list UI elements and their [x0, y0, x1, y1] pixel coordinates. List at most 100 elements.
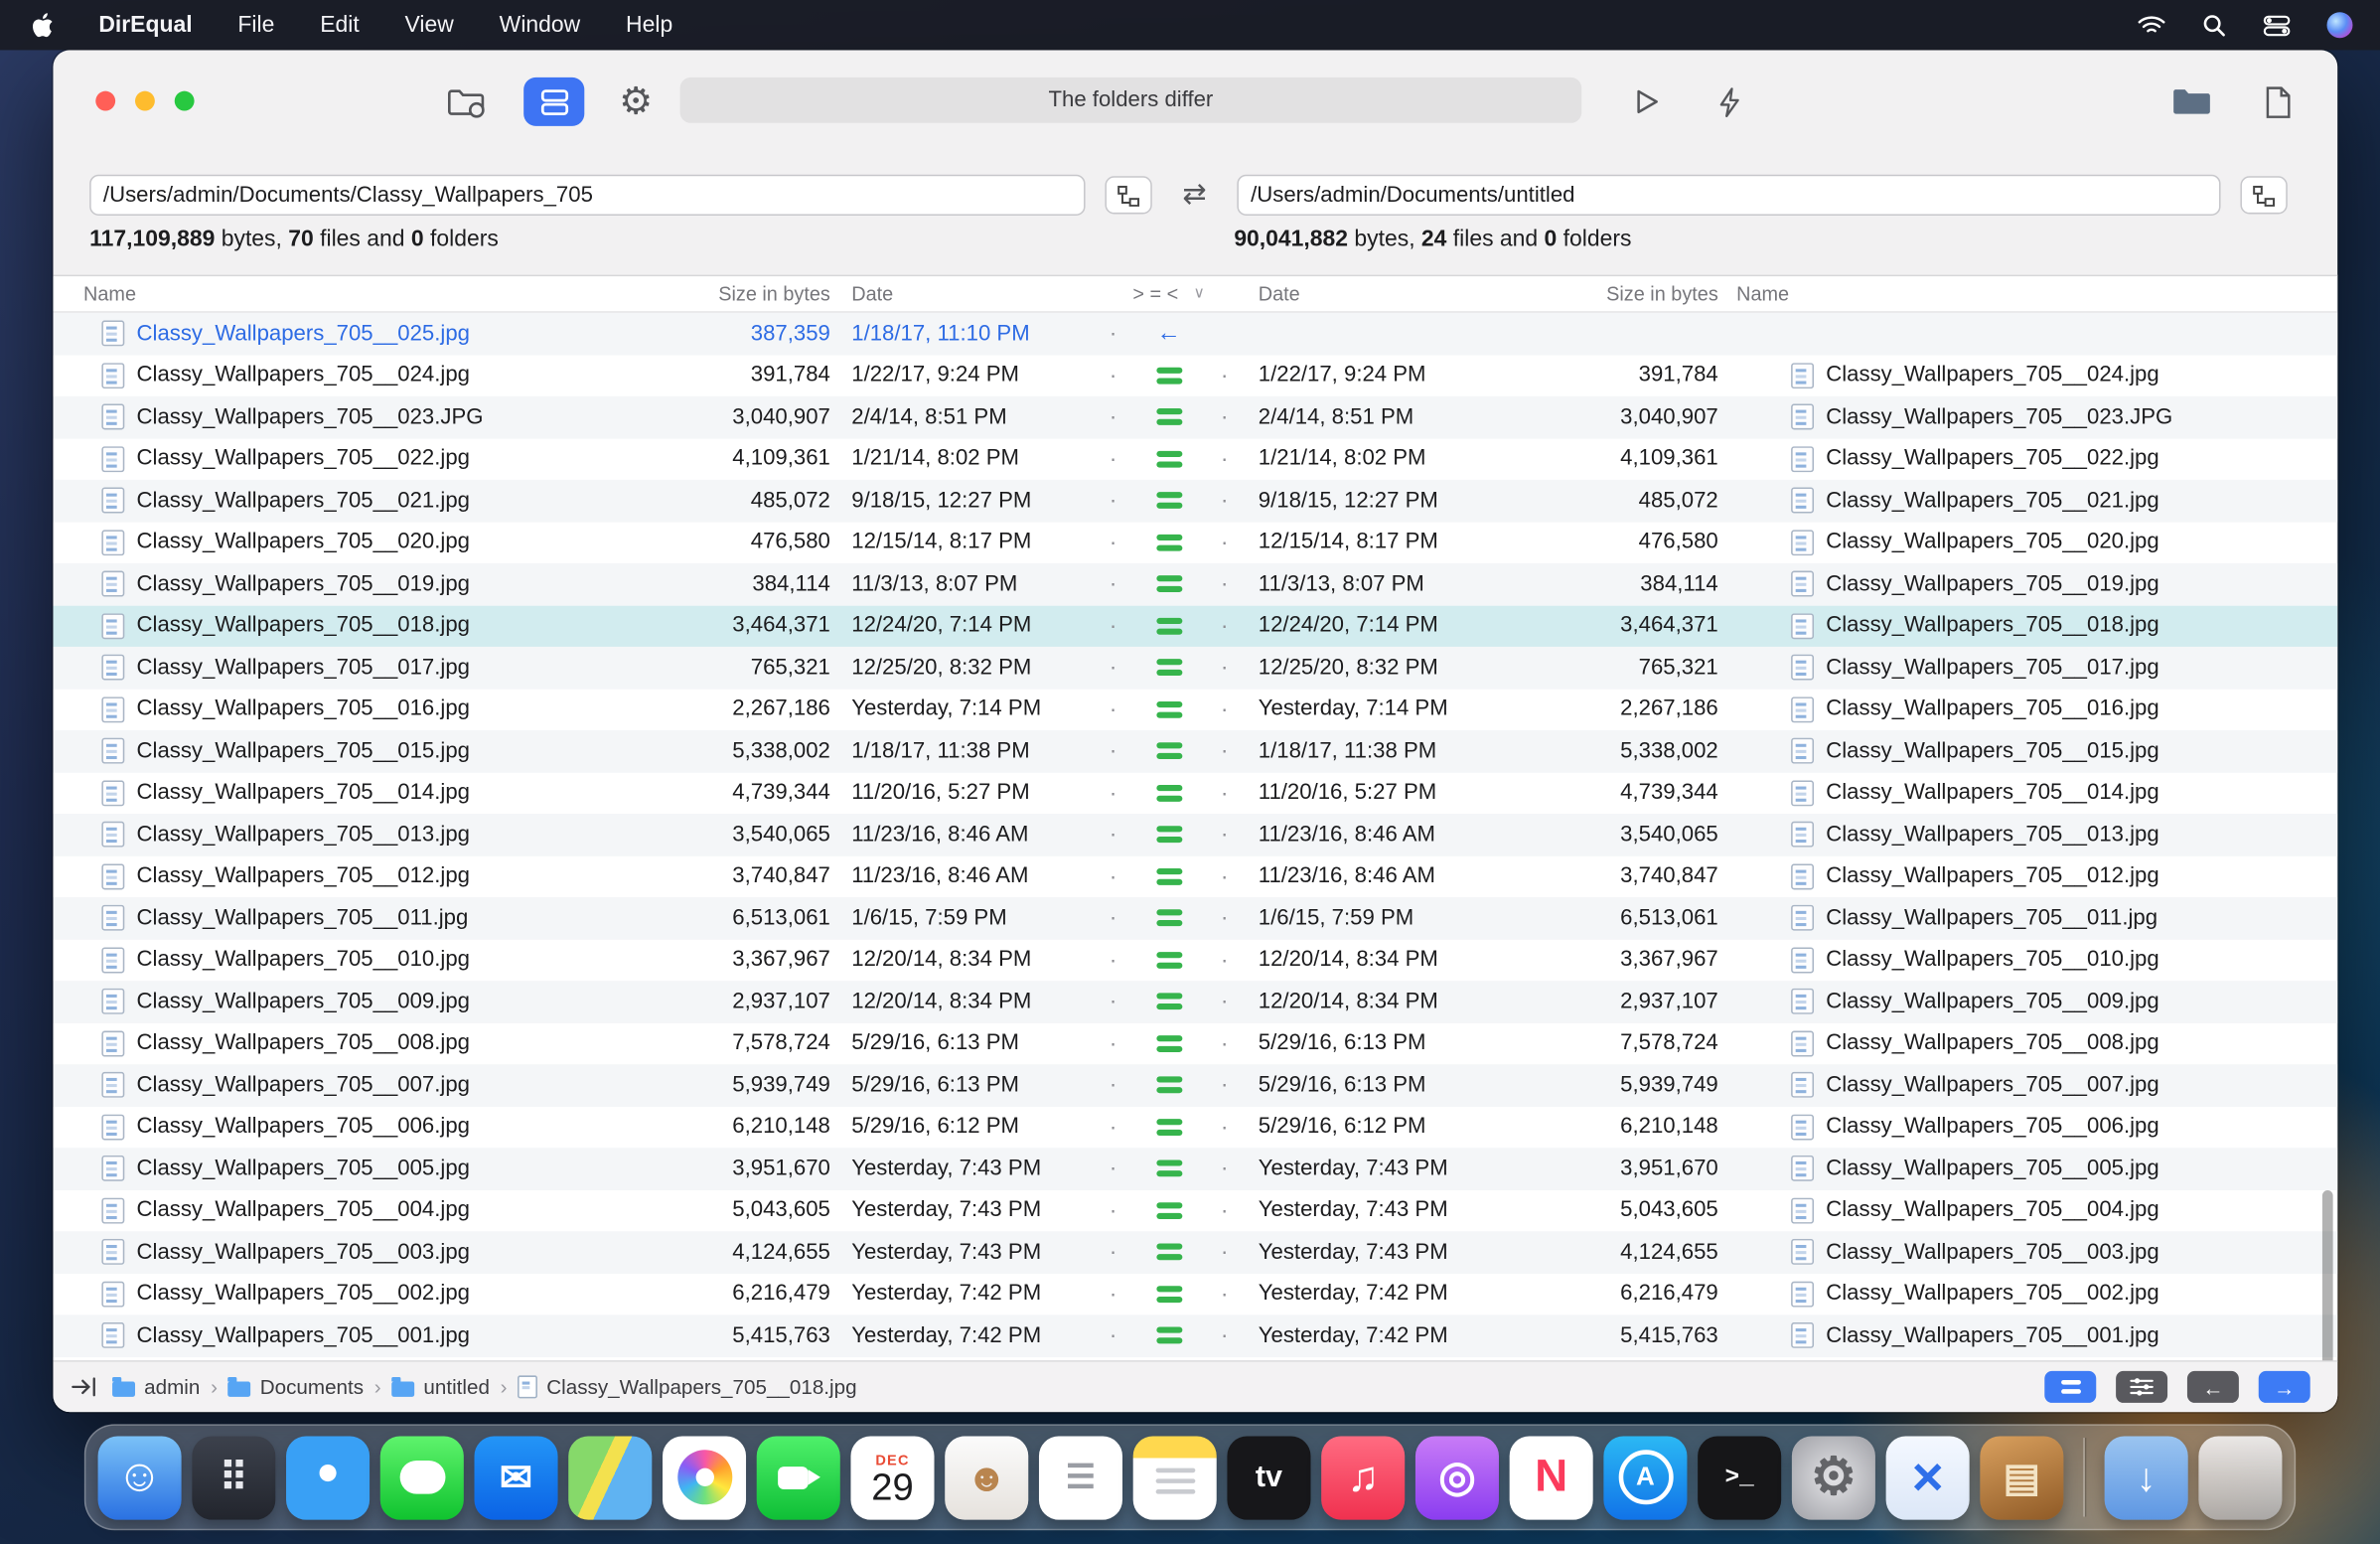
header-name-right[interactable]: Name — [1730, 282, 2307, 305]
table-row[interactable]: Classy_Wallpapers_705__022.jpg 4,109,361 1… — [53, 438, 2337, 480]
reminders-icon[interactable]: ☰ — [1038, 1435, 1123, 1519]
compare-button[interactable] — [523, 77, 585, 126]
books-icon[interactable]: ▤ — [1980, 1435, 2064, 1519]
table-row[interactable]: Classy_Wallpapers_705__025.jpg 387,359 1/1… — [53, 312, 2338, 355]
settings-button[interactable]: ⚙ — [606, 77, 667, 126]
table-row[interactable]: Classy_Wallpapers_705__012.jpg 3,740,847 1… — [53, 855, 2337, 897]
breadcrumb-item[interactable]: Classy_Wallpapers_705__018.jpg — [518, 1375, 857, 1399]
right-path-input[interactable] — [1237, 174, 2221, 216]
menu-item-window[interactable]: Window — [500, 12, 581, 38]
table-row[interactable]: Classy_Wallpapers_705__024.jpg 391,784 1/2… — [53, 355, 2337, 396]
header-name-left[interactable]: Name — [83, 282, 630, 305]
menu-item-view[interactable]: View — [405, 12, 454, 38]
file-name-right: Classy_Wallpapers_705__022.jpg — [1730, 445, 2307, 472]
run-comparison-button[interactable] — [1616, 77, 1677, 126]
music-icon[interactable]: ♫ — [1321, 1435, 1406, 1519]
table-row[interactable]: Classy_Wallpapers_705__020.jpg 476,580 12/… — [53, 522, 2337, 563]
vertical-scrollbar[interactable] — [2321, 1189, 2333, 1362]
swap-paths-icon[interactable]: ⇄ — [1152, 178, 1238, 213]
finder-icon[interactable]: ☺ — [97, 1435, 182, 1519]
left-path-input[interactable] — [89, 174, 1086, 216]
right-choose-folder-button[interactable] — [2240, 176, 2288, 215]
table-row[interactable]: Classy_Wallpapers_705__002.jpg 6,216,479 Y… — [53, 1273, 2337, 1314]
chevron-down-icon[interactable]: ∨ — [1194, 285, 1205, 302]
table-row[interactable]: Classy_Wallpapers_705__019.jpg 384,114 11/… — [53, 562, 2338, 605]
table-row[interactable]: Classy_Wallpapers_705__016.jpg 2,267,186 Y… — [53, 689, 2337, 730]
breadcrumb-item[interactable]: Documents — [227, 1375, 364, 1398]
safari-icon[interactable] — [286, 1435, 371, 1519]
table-row[interactable]: Classy_Wallpapers_705__021.jpg 485,072 9/1… — [53, 479, 2338, 522]
diff-count-left: · — [1109, 1281, 1117, 1308]
table-row[interactable]: Classy_Wallpapers_705__013.jpg 3,540,065 1… — [53, 814, 2338, 856]
file-name-left: Classy_Wallpapers_705__005.jpg — [83, 1156, 630, 1182]
downloads-icon[interactable]: ↓ — [2104, 1435, 2188, 1519]
header-date-right[interactable]: Date — [1253, 282, 1511, 305]
photos-icon[interactable] — [662, 1435, 747, 1519]
header-date-left[interactable]: Date — [842, 282, 1085, 305]
facetime-icon[interactable] — [756, 1435, 840, 1519]
goto-icon[interactable] — [72, 1377, 97, 1397]
file-name-right: Classy_Wallpapers_705__004.jpg — [1730, 1197, 2307, 1224]
quick-sync-button[interactable] — [1699, 77, 1759, 126]
table-row[interactable]: Classy_Wallpapers_705__001.jpg 5,415,763 Y… — [53, 1314, 2338, 1357]
table-row[interactable]: Classy_Wallpapers_705__007.jpg 5,939,749 5… — [53, 1064, 2338, 1107]
report-button[interactable] — [2248, 77, 2308, 126]
tv-icon[interactable]: tv — [1227, 1435, 1311, 1519]
app-store-icon[interactable]: A — [1603, 1435, 1688, 1519]
notes-icon[interactable] — [1132, 1435, 1217, 1519]
table-row[interactable]: Classy_Wallpapers_705__003.jpg 4,124,655 Y… — [53, 1231, 2338, 1274]
table-row[interactable]: Classy_Wallpapers_705__018.jpg 3,464,371 1… — [53, 604, 2338, 647]
header-size-right[interactable]: Size in bytes — [1510, 282, 1730, 305]
table-row[interactable]: Classy_Wallpapers_705__005.jpg 3,951,670 Y… — [53, 1148, 2338, 1190]
terminal-icon[interactable]: >_ — [1698, 1435, 1782, 1519]
minimize-button[interactable] — [134, 90, 155, 111]
menu-item-file[interactable]: File — [237, 12, 274, 38]
table-row[interactable]: Classy_Wallpapers_705__006.jpg 6,210,148 5… — [53, 1106, 2337, 1148]
diff-count-right: · — [1220, 989, 1229, 1015]
table-row[interactable]: Classy_Wallpapers_705__004.jpg 5,043,605 Y… — [53, 1189, 2337, 1231]
close-button[interactable] — [95, 90, 116, 111]
control-center-icon[interactable] — [2263, 14, 2291, 36]
table-row[interactable]: Classy_Wallpapers_705__017.jpg 765,321 12/… — [53, 646, 2338, 689]
calendar-icon[interactable]: DEC 29 — [850, 1435, 935, 1519]
next-difference-button[interactable]: → — [2258, 1370, 2310, 1403]
table-row[interactable]: Classy_Wallpapers_705__010.jpg 3,367,967 1… — [53, 939, 2337, 981]
contacts-icon[interactable]: ☻ — [945, 1435, 1029, 1519]
table-row[interactable]: Classy_Wallpapers_705__008.jpg 7,578,724 5… — [53, 1022, 2337, 1064]
menu-item-edit[interactable]: Edit — [320, 12, 360, 38]
zoom-button[interactable] — [174, 90, 195, 111]
messages-icon[interactable] — [379, 1435, 464, 1519]
mail-icon[interactable]: ✉ — [474, 1435, 558, 1519]
header-size-left[interactable]: Size in bytes — [630, 282, 842, 305]
table-row[interactable]: Classy_Wallpapers_705__011.jpg 6,513,061 1… — [53, 897, 2338, 940]
search-icon[interactable] — [2202, 13, 2226, 37]
breadcrumb-item[interactable]: untitled — [391, 1375, 490, 1398]
launchpad-icon[interactable]: ⠿ — [192, 1435, 276, 1519]
reveal-folder-button[interactable] — [436, 77, 497, 126]
maps-icon[interactable] — [568, 1435, 653, 1519]
table-row[interactable]: Classy_Wallpapers_705__023.JPG 3,040,907 2… — [53, 395, 2338, 438]
siri-icon[interactable] — [2326, 12, 2353, 39]
table-row[interactable]: Classy_Wallpapers_705__014.jpg 4,739,344 1… — [53, 772, 2337, 814]
equal-icon — [1141, 1118, 1197, 1136]
header-comparison[interactable]: > = < ∨ — [1086, 282, 1253, 305]
direqual-icon[interactable]: × — [1885, 1435, 1970, 1519]
menu-item-help[interactable]: Help — [626, 12, 672, 38]
wifi-icon[interactable] — [2138, 15, 2166, 36]
news-icon[interactable]: N — [1509, 1435, 1593, 1519]
menu-app-name[interactable]: DirEqual — [98, 12, 192, 38]
left-choose-folder-button[interactable] — [1105, 176, 1152, 215]
table-row[interactable]: Classy_Wallpapers_705__009.jpg 2,937,107 1… — [53, 981, 2338, 1023]
filter-options-button[interactable] — [2116, 1370, 2168, 1403]
breadcrumb-item[interactable]: admin — [112, 1375, 200, 1398]
settings-icon[interactable]: ⚙ — [1791, 1435, 1875, 1519]
apple-menu-icon[interactable] — [31, 11, 54, 39]
file-name-left: Classy_Wallpapers_705__019.jpg — [83, 570, 630, 597]
show-equal-filter-button[interactable] — [2044, 1370, 2097, 1403]
previous-difference-button[interactable]: ← — [2186, 1370, 2239, 1403]
open-folder-button[interactable] — [2159, 77, 2223, 126]
podcasts-icon[interactable]: ◎ — [1414, 1435, 1499, 1519]
trash-icon[interactable] — [2198, 1435, 2283, 1519]
table-row[interactable]: Classy_Wallpapers_705__015.jpg 5,338,002 1… — [53, 729, 2338, 773]
comparison-cell: · · — [1086, 897, 1253, 939]
